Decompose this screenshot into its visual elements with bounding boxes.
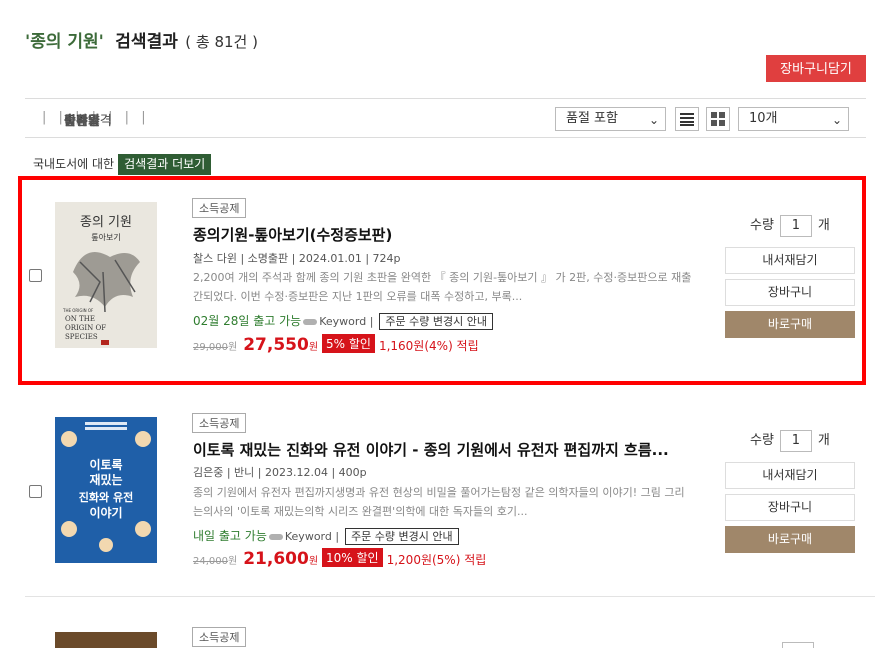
quantity-label: 수량: [750, 433, 774, 448]
chevron-down-icon: ⌄: [648, 113, 659, 127]
sort-options: 정확도 | 판매량 | 출간일 | 상품명 | 낮은가격 | 높은가격 | 할인율 | 리뷰수: [39, 110, 151, 129]
search-query: '종의 기원': [25, 32, 104, 52]
domestic-label: 국내도서에 대한: [33, 157, 115, 171]
cover-line-4: 이야기: [89, 505, 122, 520]
chevron-down-icon: ⌄: [831, 113, 842, 127]
quantity-input[interactable]: 1: [779, 429, 812, 452]
price-info: 24,000원 21,600원 10% 할인 1,200원(5%) 적립: [193, 548, 486, 569]
quantity-unit: 개: [817, 433, 830, 448]
add-all-to-cart-button[interactable]: 장바구니담기: [766, 55, 866, 82]
list-view-icon: [680, 113, 694, 126]
list-item: 이토록 재밌는 진화와 유전 이야기 소득공제 이토록 재밌는 진화와 유전 이…: [25, 391, 875, 591]
sort-bar: 정확도 | 판매량 | 출간일 | 상품명 | 낮은가격 | 높은가격 | 할인율 | 리뷰수…: [25, 98, 866, 138]
highlight-box: [18, 176, 866, 385]
grid-view-button[interactable]: [706, 107, 730, 131]
add-to-cart-button[interactable]: 장바구니: [725, 494, 855, 521]
sale-price: 21,600: [243, 549, 309, 569]
result-label: 검색결과: [115, 32, 178, 52]
buy-now-button[interactable]: 바로구매: [725, 526, 855, 553]
more-results-button[interactable]: 검색결과 더보기: [118, 154, 212, 175]
book-title[interactable]: 이토록 재밌는 진화와 유전 이야기 - 종의 기원에서 유전자 편집까지 흐름…: [193, 439, 669, 460]
search-title: '종의 기원' 검색결과 ( 총 81건 ): [25, 27, 258, 52]
page-size-select[interactable]: 10개 ⌄: [738, 107, 849, 131]
quantity-notice-button[interactable]: 주문 수량 변경시 안내: [345, 528, 459, 545]
keyword-icon: [268, 533, 283, 540]
book-description: 종의 기원에서 유전자 편집까지생명과 유전 현상의 비밀을 풀어가는탐정 같은…: [193, 486, 685, 518]
book-cover[interactable]: 이토록 재밌는 진화와 유전 이야기: [55, 417, 157, 563]
points: 1,200원(5%) 적립: [386, 553, 487, 567]
add-to-library-button[interactable]: 내서재담기: [725, 462, 855, 489]
shipping-info: 내일 출고 가능 Keyword | 주문 수량 변경시 안내: [193, 527, 459, 545]
book-cover[interactable]: [55, 632, 157, 648]
sale-price-unit: 원: [308, 556, 319, 567]
stock-filter-select[interactable]: 품절 포함 ⌄: [555, 107, 666, 131]
keyword-link[interactable]: Keyword |: [285, 530, 339, 543]
page-size-value: 10개: [749, 111, 778, 126]
cover-line-3: 진화와 유전: [79, 490, 133, 504]
cover-line-2: 재밌는: [89, 472, 122, 487]
tax-deduction-badge: 소득공제: [192, 627, 247, 647]
list-item: 소득공제: [25, 612, 875, 648]
tax-deduction-badge: 소득공제: [192, 413, 247, 433]
discount-badge: 10% 할인: [322, 548, 383, 567]
result-count: ( 총 81건 ): [185, 33, 258, 51]
cover-line-1: 이토록: [89, 457, 122, 472]
quantity-control: 수량 1 개: [750, 429, 830, 452]
item-divider: [25, 596, 875, 597]
domestic-books-more: 국내도서에 대한 검색결과 더보기: [33, 154, 212, 175]
stock-filter-value: 품절 포함: [566, 111, 618, 126]
list-view-button[interactable]: [675, 107, 699, 131]
original-price-unit: 원: [228, 556, 238, 567]
book-meta: 김은중 | 반니 | 2023.12.04 | 400p: [193, 466, 367, 479]
grid-view-icon: [711, 112, 725, 126]
ship-date: 내일 출고 가능: [193, 529, 267, 543]
select-checkbox[interactable]: [29, 485, 42, 498]
original-price: 24,000: [193, 556, 228, 567]
quantity-input[interactable]: [782, 642, 814, 648]
